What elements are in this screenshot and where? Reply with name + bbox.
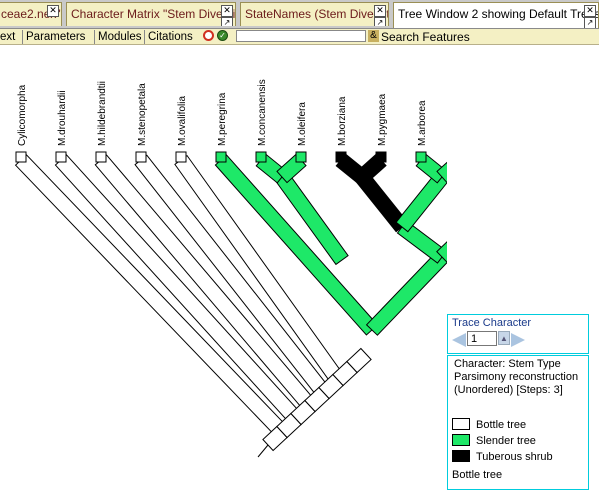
tab-tree-window[interactable]: Tree Window 2 showing Default Trees ✕ ↗ xyxy=(393,2,599,28)
taxon-state-box[interactable] xyxy=(295,151,307,163)
tab-citations[interactable]: Citations xyxy=(144,30,203,44)
tab-tree-window-label: Tree Window 2 showing Default Trees xyxy=(398,7,599,21)
steps-text: (Unordered) [Steps: 3] xyxy=(454,384,563,396)
tab-text[interactable]: ext xyxy=(0,30,26,44)
taxon-label[interactable]: M.drouhardii xyxy=(57,90,68,146)
taxon-label[interactable]: M.borziana xyxy=(337,96,348,146)
reconstruction-method-text: Parsimony reconstruction xyxy=(454,371,579,383)
taxon-state-box[interactable] xyxy=(135,151,147,163)
tab-citations-label: Citations xyxy=(148,31,193,43)
search-features-label: Search Features xyxy=(381,30,470,44)
close-icon[interactable]: ✕ xyxy=(374,5,386,17)
taxon-label[interactable]: M.arborea xyxy=(417,100,428,146)
legend-label: Tuberous shrub xyxy=(476,451,553,463)
trace-character-panel: Trace Character 1 ▲ xyxy=(447,314,589,354)
previous-character-icon[interactable] xyxy=(452,333,466,347)
taxon-state-box[interactable] xyxy=(95,151,107,163)
tab-modules[interactable]: Modules xyxy=(94,30,153,44)
hover-state-readout: Bottle tree xyxy=(452,469,503,481)
search-icon[interactable]: & xyxy=(368,30,379,42)
tab-state-names-label: StateNames (Stem Diversity) xyxy=(245,7,389,21)
window-tab-bar: ceae2.nex" ✕ Character Matrix "Stem Dive… xyxy=(0,0,599,29)
taxon-state-box[interactable] xyxy=(215,151,227,163)
taxon-label[interactable]: M.stenopetala xyxy=(137,83,148,146)
taxon-state-box[interactable] xyxy=(55,151,67,163)
tree-canvas: Cylicomorpha M.drouhardii M.hildebrandtii M… xyxy=(14,79,447,458)
close-icon[interactable]: ✕ xyxy=(221,5,233,17)
taxon-label[interactable]: M.ovalifolia xyxy=(177,96,188,146)
popout-icon[interactable]: ↗ xyxy=(584,17,596,28)
taxon-state-box[interactable] xyxy=(255,151,267,163)
taxon-label[interactable]: M.pygmaea xyxy=(377,93,388,146)
character-name-text: Character: Stem Type xyxy=(454,358,561,370)
taxon-label[interactable]: M.oleifera xyxy=(297,102,308,146)
taxon-state-box[interactable] xyxy=(375,151,387,163)
state-swatch xyxy=(452,418,470,430)
close-icon[interactable]: ✕ xyxy=(584,5,596,17)
tab-character-matrix[interactable]: Character Matrix "Stem Diversity" ✕ ↗ xyxy=(66,2,236,26)
trace-info-box: Character: Stem Type Parsimony reconstru… xyxy=(447,355,589,415)
taxon-state-box[interactable] xyxy=(175,151,187,163)
character-number-field[interactable]: 1 xyxy=(467,331,497,346)
tree-branch[interactable] xyxy=(365,251,447,336)
legend-box: Bottle tree Slender tree Tuberous shrub … xyxy=(447,414,589,490)
popout-icon[interactable]: ↗ xyxy=(221,17,233,26)
tab-character-matrix-label: Character Matrix "Stem Diversity" xyxy=(71,7,236,21)
taxon-label[interactable]: M.peregrina xyxy=(217,92,228,146)
trace-character-title: Trace Character xyxy=(452,317,532,329)
tab-state-names[interactable]: StateNames (Stem Diversity) ✕ ↗ xyxy=(240,2,389,26)
check-icon[interactable]: ✓ xyxy=(217,30,228,41)
legend-label: Slender tree xyxy=(476,435,536,447)
tree-branch[interactable] xyxy=(395,171,447,233)
spinner-icon[interactable]: ▲ xyxy=(498,331,510,345)
module-toolbar: ext Parameters Modules Citations ✓ & Sea… xyxy=(0,29,599,45)
state-swatch xyxy=(452,434,470,446)
taxon-label[interactable]: Cylicomorpha xyxy=(17,84,28,146)
popout-icon[interactable]: ↗ xyxy=(374,17,386,26)
search-input[interactable] xyxy=(236,30,366,42)
close-icon[interactable]: ✕ xyxy=(47,5,59,17)
tab-parameters[interactable]: Parameters xyxy=(22,30,96,44)
taxon-state-box[interactable] xyxy=(415,151,427,163)
legend-label: Bottle tree xyxy=(476,419,527,431)
tab-parameters-label: Parameters xyxy=(26,31,86,43)
taxon-label[interactable]: M.hildebrandtii xyxy=(97,81,108,146)
taxon-state-box[interactable] xyxy=(335,151,347,163)
tab-text-label: ext xyxy=(0,31,16,43)
taxon-state-box[interactable] xyxy=(15,151,27,163)
tab-file[interactable]: ceae2.nex" ✕ xyxy=(0,2,62,26)
stop-icon[interactable] xyxy=(203,30,214,41)
tree-root xyxy=(257,444,269,458)
next-character-icon[interactable] xyxy=(511,333,525,347)
taxon-label[interactable]: M.concanensis xyxy=(257,79,268,146)
state-swatch xyxy=(452,450,470,462)
tab-modules-label: Modules xyxy=(98,31,142,43)
